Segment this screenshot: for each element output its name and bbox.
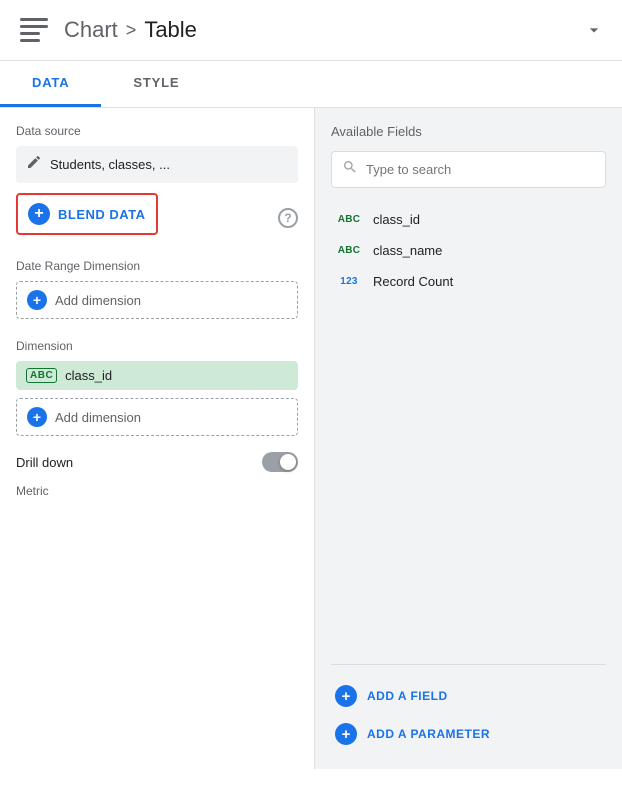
tab-style[interactable]: STYLE [101,61,211,107]
abc-badge: ABC [26,368,57,383]
field-type-badge-123: 123 [335,276,363,287]
data-source-row[interactable]: Students, classes, ... [16,146,298,183]
drill-down-toggle[interactable] [262,452,298,472]
data-source-value: Students, classes, ... [50,157,170,172]
add-dimension-button[interactable]: + Add dimension [16,398,298,436]
dimension-section: Dimension ABC class_id + Add dimension [16,339,298,436]
tab-data[interactable]: DATA [0,61,101,107]
data-source-label: Data source [16,124,298,138]
breadcrumb-chart: Chart [64,17,118,43]
toggle-thumb [280,454,296,470]
add-field-label: ADD A FIELD [367,689,448,703]
breadcrumb-separator: > [126,20,137,41]
tabs-bar: DATA STYLE [0,61,622,108]
help-icon[interactable]: ? [278,208,298,228]
date-range-label: Date Range Dimension [16,259,298,273]
bottom-actions: + ADD A FIELD + ADD A PARAMETER [331,664,606,753]
add-field-button[interactable]: + ADD A FIELD [331,677,606,715]
dimension-chip-name: class_id [65,368,112,383]
add-date-dimension-label: Add dimension [55,293,141,308]
add-dimension-label: Add dimension [55,410,141,425]
field-name-class-name: class_name [373,243,442,258]
chevron-down-icon[interactable] [582,18,606,42]
field-item-class-name[interactable]: ABC class_name [331,235,606,266]
dimension-label: Dimension [16,339,298,353]
breadcrumb: Chart > Table [64,17,197,43]
blend-data-label: BLEND DATA [58,207,146,222]
field-list: ABC class_id ABC class_name 123 Record C… [331,204,606,664]
drill-down-label: Drill down [16,455,73,470]
header-left: Chart > Table [16,12,197,48]
add-date-dimension-button[interactable]: + Add dimension [16,281,298,319]
add-parameter-label: ADD A PARAMETER [367,727,490,741]
right-panel: Available Fields ABC class_id ABC class_… [315,108,622,769]
dimension-chip[interactable]: ABC class_id [16,361,298,390]
field-name-record-count: Record Count [373,274,453,289]
drill-down-row: Drill down [16,452,298,472]
field-item-record-count[interactable]: 123 Record Count [331,266,606,297]
blend-data-row: + BLEND DATA ? [16,193,298,243]
header: Chart > Table [0,0,622,61]
field-name-class-id: class_id [373,212,420,227]
search-icon [342,159,358,180]
search-box [331,151,606,188]
main-content: Data source Students, classes, ... + BLE… [0,108,622,769]
add-dim2-plus-icon: + [27,407,47,427]
available-fields-label: Available Fields [331,124,606,139]
pencil-icon [26,154,42,175]
add-param-plus-icon: + [335,723,357,745]
field-item-class-id[interactable]: ABC class_id [331,204,606,235]
blend-data-button[interactable]: + BLEND DATA [16,193,158,235]
search-input[interactable] [366,162,595,177]
breadcrumb-table: Table [144,17,197,43]
blend-plus-icon: + [28,203,50,225]
add-dim-plus-icon: + [27,290,47,310]
left-panel: Data source Students, classes, ... + BLE… [0,108,315,769]
metric-section-label: Metric [16,484,298,498]
add-parameter-button[interactable]: + ADD A PARAMETER [331,715,606,753]
date-range-section: Date Range Dimension + Add dimension [16,259,298,319]
field-type-badge-abc-2: ABC [335,245,363,256]
field-type-badge-abc-1: ABC [335,214,363,225]
chart-icon [16,12,52,48]
add-field-plus-icon: + [335,685,357,707]
